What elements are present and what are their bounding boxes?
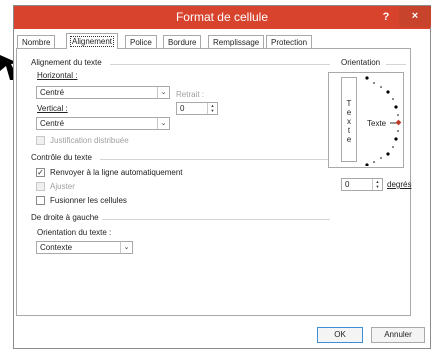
- dial-dot: [365, 163, 369, 166]
- dial-dot: [373, 82, 375, 84]
- wrap-text-label: Renvoyer à la ligne automatiquement: [50, 168, 183, 177]
- vertical-select[interactable]: Centré ⌄: [36, 117, 170, 130]
- chevron-down-icon[interactable]: ⌄: [157, 118, 169, 129]
- degrees-label: degrés: [387, 180, 411, 189]
- dialog-title: Format de cellule: [175, 10, 269, 24]
- vertical-select-value: Centré: [40, 119, 65, 128]
- cancel-button[interactable]: Annuler: [371, 327, 425, 343]
- chevron-down-icon[interactable]: ⌄: [120, 242, 132, 253]
- vertical-text-char: e: [346, 108, 352, 117]
- tab-fill[interactable]: Remplissage: [208, 35, 265, 48]
- justify-distributed-checkbox[interactable]: [36, 136, 45, 145]
- section-divider: [386, 64, 406, 65]
- vertical-text-char: T: [346, 99, 352, 108]
- horizontal-select[interactable]: Centré ⌄: [36, 86, 170, 99]
- help-button[interactable]: ?: [377, 8, 395, 26]
- dial-dot: [386, 152, 390, 156]
- dial-marker: [395, 119, 402, 126]
- horizontal-select-value: Centré: [40, 88, 65, 97]
- tab-font[interactable]: Police: [125, 35, 157, 48]
- dial-dot: [397, 114, 399, 116]
- tab-border[interactable]: Bordure: [163, 35, 202, 48]
- text-alignment-section-title: Alignement du texte: [31, 58, 102, 67]
- tab-alignment[interactable]: Alignement: [66, 33, 119, 49]
- dial-dot: [397, 130, 399, 132]
- close-button[interactable]: ×: [399, 6, 431, 27]
- title-bar[interactable]: Format de cellule ? ×: [14, 6, 431, 29]
- degrees-label-text: degrés: [387, 180, 412, 189]
- chevron-down-icon[interactable]: ⌄: [157, 87, 169, 98]
- dial-dot: [373, 161, 375, 163]
- vertical-label: Vertical :: [37, 104, 68, 113]
- vertical-label-text: Vertical :: [37, 104, 68, 113]
- text-direction-select[interactable]: Contexte ⌄: [36, 241, 133, 254]
- indent-label: Retrait :: [176, 90, 205, 99]
- section-divider: [110, 64, 330, 65]
- dial-dot: [380, 86, 382, 88]
- dial-dot: [394, 105, 398, 109]
- tab-number[interactable]: Nombre: [17, 35, 56, 48]
- ok-button[interactable]: OK: [317, 327, 363, 343]
- rtl-section-title: De droite à gauche: [31, 213, 99, 222]
- text-direction-label: Orientation du texte :: [37, 228, 112, 237]
- shrink-to-fit-label: Ajuster: [50, 182, 75, 191]
- section-divider: [100, 159, 330, 160]
- spin-arrows-icon[interactable]: ▲ ▼: [372, 179, 382, 190]
- justify-distributed-label: Justification distribuée: [50, 136, 129, 145]
- dial-dot: [386, 90, 390, 94]
- dial-dot: [365, 76, 369, 80]
- vertical-text-button[interactable]: T e x t e: [341, 77, 357, 162]
- dial-dot: [394, 137, 398, 141]
- dial-text-label: Texte: [367, 119, 387, 128]
- vertical-text-char: t: [347, 126, 351, 135]
- degrees-value: 0: [345, 180, 350, 189]
- section-divider: [102, 219, 330, 220]
- vertical-text-char: x: [347, 117, 351, 126]
- indent-spinner[interactable]: 0 ▲ ▼: [176, 102, 218, 115]
- indent-value: 0: [180, 104, 185, 113]
- degrees-spinner[interactable]: 0 ▲ ▼: [341, 178, 383, 191]
- vertical-text-char: e: [346, 135, 352, 144]
- shrink-to-fit-checkbox[interactable]: [36, 182, 45, 191]
- tab-alignment-label: Alignement: [69, 36, 115, 47]
- text-control-section-title: Contrôle du texte: [31, 153, 92, 162]
- horizontal-label-text: Horizontal :: [37, 71, 78, 80]
- merge-cells-label: Fusionner les cellules: [50, 196, 127, 205]
- orientation-section-title: Orientation: [341, 58, 381, 67]
- wrap-text-checkbox[interactable]: ✓: [36, 168, 45, 177]
- dial-dot: [380, 157, 382, 159]
- dial-dot: [392, 146, 394, 148]
- checkmark-icon: ✓: [37, 168, 44, 177]
- tab-protection[interactable]: Protection: [266, 35, 313, 48]
- merge-cells-checkbox[interactable]: [36, 196, 45, 205]
- text-direction-value: Contexte: [40, 243, 73, 252]
- spin-arrows-icon[interactable]: ▲ ▼: [207, 103, 217, 114]
- horizontal-label: Horizontal :: [37, 71, 77, 80]
- dial-dot: [392, 98, 394, 100]
